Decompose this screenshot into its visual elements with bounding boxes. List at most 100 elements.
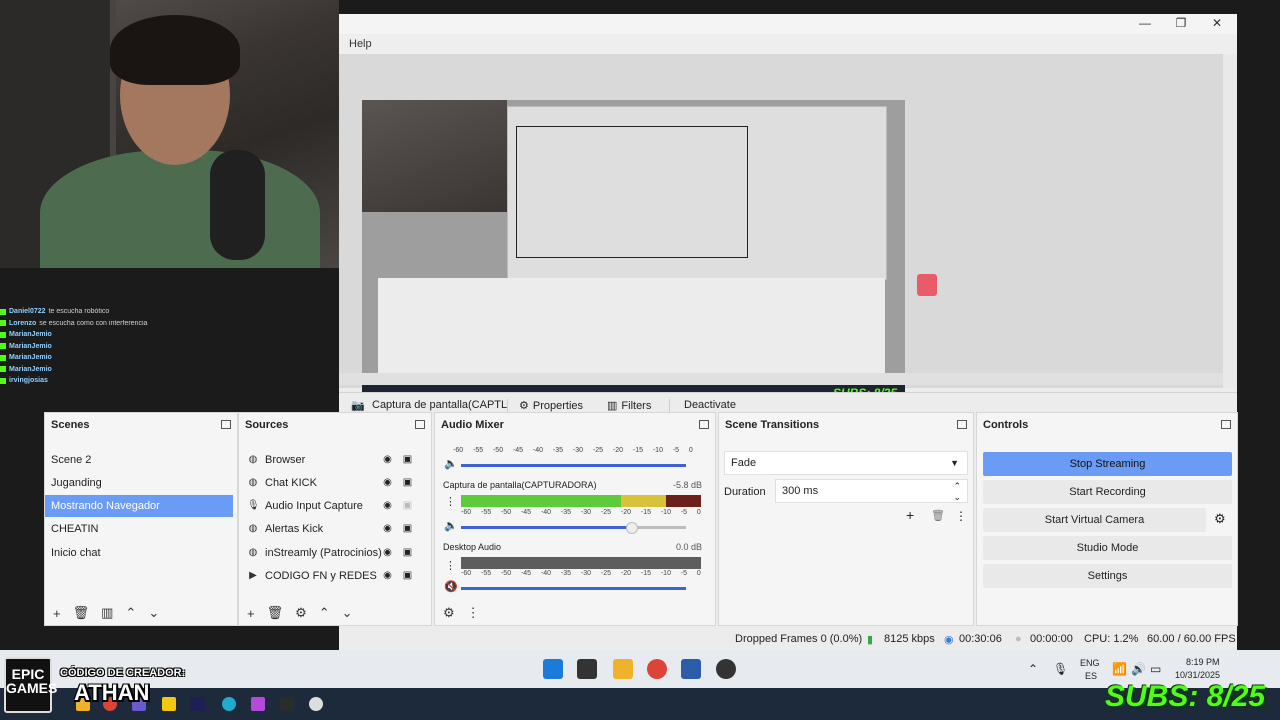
start-recording-button[interactable]: Start Recording <box>983 480 1232 504</box>
meter-tick-label: -15 <box>640 570 651 577</box>
lock-icon[interactable]: ▣ <box>402 478 413 488</box>
properties-button[interactable]: ⚙ Properties <box>519 399 583 413</box>
chevron-down-icon[interactable]: ⌄ <box>148 605 159 621</box>
advanced-audio-icon[interactable]: ⚙ <box>443 605 455 621</box>
meter-tick-label: -55 <box>472 447 484 454</box>
clock-time[interactable]: 8:19 PM <box>1186 657 1220 667</box>
undock-icon[interactable] <box>699 420 709 429</box>
spin-down-icon[interactable]: ⌄ <box>953 486 961 508</box>
sources-title: Sources <box>245 419 289 431</box>
duration-spinbox[interactable]: 300 ms ⌃ ⌄ <box>775 479 968 503</box>
add-icon[interactable]: + <box>906 507 914 523</box>
obs-icon[interactable] <box>716 659 736 679</box>
add-icon[interactable]: + <box>53 606 61 621</box>
filter-icon[interactable]: ▥ <box>101 605 113 621</box>
stop-streaming-button[interactable]: Stop Streaming <box>983 452 1232 476</box>
trash-icon[interactable]: 🗑 <box>73 605 90 621</box>
transition-select[interactable]: Fade ▼ <box>724 451 968 475</box>
volume-slider[interactable] <box>461 464 686 467</box>
undock-icon[interactable] <box>957 420 967 429</box>
gear-icon[interactable]: ⚙ <box>1214 511 1226 527</box>
streamer-body <box>40 150 320 268</box>
scene-item[interactable]: Juganding <box>45 472 237 494</box>
source-item[interactable]: ◍ Browser ◉ ▣ <box>239 449 431 471</box>
trash-icon[interactable]: 🗑 <box>931 509 945 522</box>
undock-icon[interactable] <box>221 420 231 429</box>
lock-icon[interactable]: ▣ <box>402 455 413 465</box>
gear-icon[interactable]: ⚙ <box>295 605 307 621</box>
maximize-button[interactable]: ❐ <box>1163 16 1199 32</box>
start-virtual-camera-button[interactable]: Start Virtual Camera <box>983 508 1206 532</box>
volume-slider[interactable] <box>461 522 686 534</box>
menu-help[interactable]: Help <box>349 38 372 50</box>
speaker-icon[interactable]: 🔈 <box>444 457 458 470</box>
chevron-up-icon[interactable]: ⌃ <box>1028 662 1038 676</box>
close-button[interactable]: ✕ <box>1199 16 1235 32</box>
undock-icon[interactable] <box>415 420 425 429</box>
vertical-scrollbar[interactable] <box>1223 54 1237 388</box>
meter-tick-label: -40 <box>532 447 544 454</box>
unlock-icon[interactable]: ▣ <box>402 501 413 511</box>
deactivate-button[interactable]: Deactivate <box>684 399 736 411</box>
eye-icon[interactable]: ◉ <box>382 571 393 581</box>
volume-icon[interactable]: 🔊 <box>1131 662 1146 676</box>
source-item[interactable]: ◍ inStreamly (Patrocinios) ◉ ▣ <box>239 542 431 564</box>
level-meter <box>461 557 701 569</box>
epic-games-icon[interactable] <box>280 697 294 711</box>
source-item[interactable]: ◍ Chat KICK ◉ ▣ <box>239 472 431 494</box>
settings-button[interactable]: Settings <box>983 564 1232 588</box>
scene-item[interactable]: Inicio chat <box>45 542 237 564</box>
windows-start-icon[interactable] <box>543 659 563 679</box>
preview-canvas[interactable]: SUBS: 8/25 <box>362 100 905 406</box>
meter-tick-label: -30 <box>572 447 584 454</box>
lock-icon[interactable]: ▣ <box>402 571 413 581</box>
scene-item-selected[interactable]: Mostrando Navegador <box>45 495 233 517</box>
lock-icon[interactable]: ▣ <box>402 524 413 534</box>
battery-icon[interactable]: ▭ <box>1150 662 1161 676</box>
wifi-icon[interactable]: 📶 <box>1112 662 1127 676</box>
file-explorer-icon[interactable] <box>577 659 597 679</box>
undock-icon[interactable] <box>1221 420 1231 429</box>
premiere-icon[interactable] <box>191 697 205 711</box>
studio-mode-button[interactable]: Studio Mode <box>983 536 1232 560</box>
lock-icon[interactable]: ▣ <box>402 548 413 558</box>
preview-area: SUBS: 8/25 <box>339 54 1223 406</box>
source-item[interactable]: ◍ Alertas Kick ◉ ▣ <box>239 518 431 540</box>
kebab-menu-icon[interactable]: ⋮ <box>467 605 480 621</box>
microphone-icon[interactable]: 🎙 <box>1053 662 1068 676</box>
speaker-icon[interactable]: 🔈 <box>444 519 458 532</box>
folder-icon[interactable] <box>613 659 633 679</box>
chevron-up-icon[interactable]: ⌃ <box>125 605 136 621</box>
language-top[interactable]: ENG <box>1080 658 1100 668</box>
scene-item[interactable]: Scene 2 <box>45 449 237 471</box>
horizontal-scrollbar[interactable] <box>339 373 1223 385</box>
eye-icon[interactable]: ◉ <box>382 524 393 534</box>
store-icon[interactable] <box>681 659 701 679</box>
source-item[interactable]: 🎙 Audio Input Capture ◉ ▣ <box>239 495 431 517</box>
source-item[interactable]: ▶ CODIGO FN y REDES ◉ ▣ <box>239 565 431 587</box>
filters-button[interactable]: ▥ Filters <box>607 399 651 413</box>
eye-icon[interactable]: ◉ <box>382 548 393 558</box>
chat-line: Lorenzo se escucha como con interferencia <box>0 318 210 330</box>
app-icon[interactable] <box>222 697 236 711</box>
eye-icon[interactable]: ◉ <box>382 501 393 511</box>
channel-db: 0.0 dB <box>675 542 702 552</box>
add-icon[interactable]: + <box>247 606 255 621</box>
minimize-button[interactable]: — <box>1127 16 1163 32</box>
meter-tick-label: -5 <box>680 509 688 516</box>
chevron-down-icon[interactable]: ⌄ <box>342 605 353 621</box>
app-icon[interactable] <box>309 697 323 711</box>
app-icon[interactable] <box>162 697 176 711</box>
trash-icon[interactable]: 🗑 <box>267 605 284 621</box>
kebab-menu-icon[interactable]: ⋮ <box>445 559 456 572</box>
chrome-icon[interactable] <box>647 659 667 679</box>
scene-item[interactable]: CHEATIN <box>45 518 237 540</box>
kebab-menu-icon[interactable]: ⋮ <box>445 495 456 508</box>
eye-icon[interactable]: ◉ <box>382 455 393 465</box>
volume-slider[interactable] <box>461 587 686 590</box>
kebab-menu-icon[interactable]: ⋮ <box>955 509 967 523</box>
muted-speaker-icon[interactable]: 🔇 <box>444 580 458 593</box>
chevron-up-icon[interactable]: ⌃ <box>319 605 330 621</box>
app-icon[interactable] <box>251 697 265 711</box>
eye-icon[interactable]: ◉ <box>382 478 393 488</box>
